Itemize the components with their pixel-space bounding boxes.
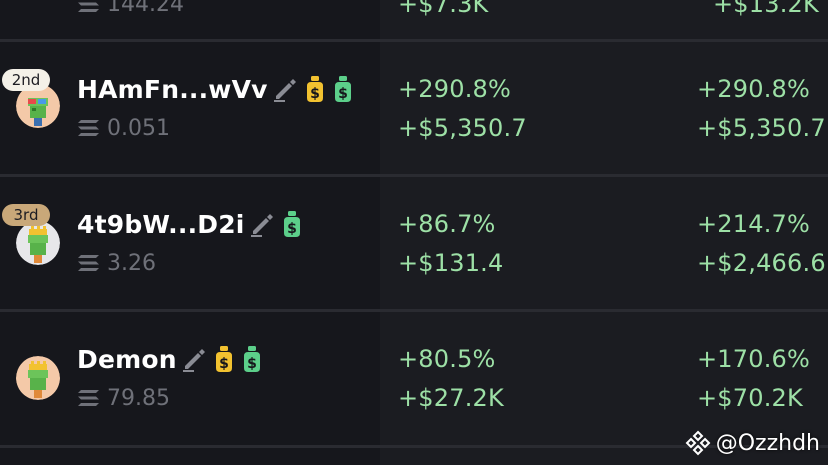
sol-balance-line: 144.24 [77, 0, 184, 18]
edit-pencil-icon[interactable] [180, 345, 208, 373]
sol-balance: 0.051 [107, 115, 170, 141]
edit-pencil-icon[interactable] [271, 75, 299, 103]
trader-name-line: 4t9bW...D2i $ [77, 207, 304, 241]
solana-icon [78, 2, 99, 12]
pnl-usd-2: +$2,466.6 [697, 249, 826, 277]
pnl-usd-2: +$13.2K [713, 0, 819, 18]
pnl-usd-1: +$7.3K [398, 0, 489, 18]
pixel-frog-avatar [16, 356, 60, 400]
rank-badge: 2nd [2, 69, 50, 91]
pnl-usd-2: +$5,350.7 [697, 114, 826, 142]
green-money-bag-icon: $ [283, 211, 300, 237]
svg-text:$: $ [310, 86, 320, 102]
solana-icon [78, 255, 99, 271]
svg-text:$: $ [287, 221, 297, 237]
gold-money-bag-icon: $ [215, 346, 232, 372]
pnl-usd-1: +$5,350.7 [398, 114, 527, 142]
leaderboard-row-partial[interactable]: 144.24 +$7.3K +$13.2K [0, 0, 828, 38]
leaderboard-row[interactable]: 2nd HAmFn...wVv $ $ 0.051 +290.8% +$5,35… [0, 42, 828, 176]
pnl-percent-1: +80.5% [398, 345, 496, 373]
rank-badge: 3rd [2, 204, 50, 226]
solana-icon [78, 390, 99, 406]
pnl-percent-2: +214.7% [697, 210, 811, 238]
watermark: @Ozzhdh [684, 429, 820, 457]
svg-text:$: $ [247, 356, 257, 372]
trader-name[interactable]: HAmFn...wVv [77, 75, 268, 104]
trader-name-line: HAmFn...wVv $ $ [77, 72, 355, 106]
sol-balance-line: 3.26 [77, 249, 156, 277]
pnl-percent-2: +170.6% [697, 345, 811, 373]
pnl-usd-2: +$70.2K [697, 384, 803, 412]
solana-icon [78, 120, 99, 136]
pnl-usd-1: +$131.4 [398, 249, 504, 277]
svg-text:$: $ [338, 86, 348, 102]
sol-balance-line: 0.051 [77, 114, 170, 142]
leaderboard-row[interactable]: 3rd 4t9bW...D2i $ 3.26 +86.7% +$131.4 +2… [0, 177, 828, 311]
leaderboard-screen: 144.24 +$7.3K +$13.2K 2nd HAmFn...wVv $ … [0, 0, 828, 465]
sol-balance: 79.85 [107, 385, 170, 411]
trader-name-line: Demon $ $ [77, 342, 264, 376]
sol-balance: 3.26 [107, 250, 156, 276]
leaderboard-row[interactable]: Demon $ $ 79.85 +80.5% +$27.2K +170.6% +… [0, 312, 828, 446]
sol-balance: 144.24 [107, 0, 184, 17]
green-money-bag-icon: $ [243, 346, 260, 372]
gold-money-bag-icon: $ [306, 76, 323, 102]
pnl-percent-2: +290.8% [697, 75, 811, 103]
avatar [16, 221, 64, 269]
avatar [16, 84, 64, 132]
edit-pencil-icon[interactable] [248, 210, 276, 238]
svg-text:$: $ [219, 356, 229, 372]
sol-balance-line: 79.85 [77, 384, 170, 412]
trader-name[interactable]: 4t9bW...D2i [77, 210, 245, 239]
binance-logo-icon [685, 430, 711, 456]
pnl-percent-1: +86.7% [398, 210, 496, 238]
trader-name[interactable]: Demon [77, 345, 177, 374]
pnl-usd-1: +$27.2K [398, 384, 504, 412]
avatar [16, 356, 64, 404]
pixel-frog-avatar [16, 221, 60, 265]
pnl-percent-1: +290.8% [398, 75, 512, 103]
green-money-bag-icon: $ [334, 76, 351, 102]
watermark-handle: @Ozzhdh [715, 430, 820, 456]
